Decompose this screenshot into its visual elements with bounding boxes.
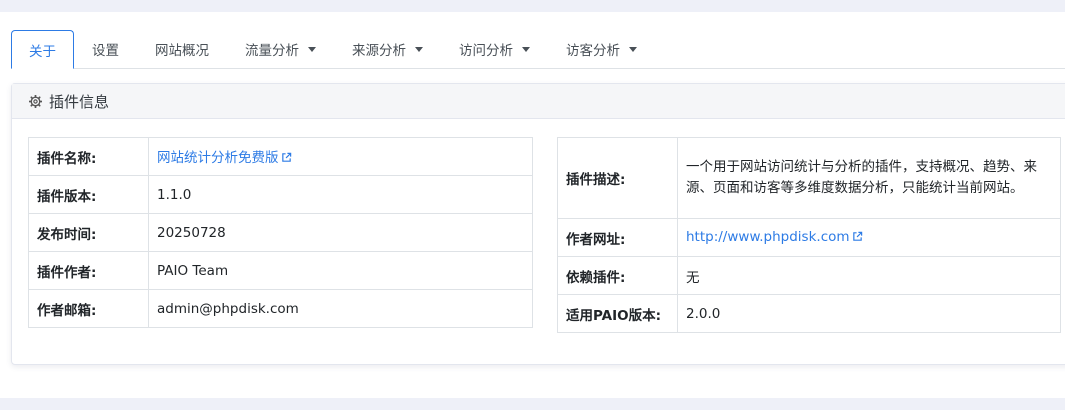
tab-bar: 关于 设置 网站概况 流量分析 来源分析 访问分析 访客分析: [11, 30, 1065, 69]
plugin-version-value: 1.1.0: [148, 175, 533, 214]
card-header: 插件信息: [12, 84, 1065, 119]
plugin-author-value: PAIO Team: [148, 251, 533, 290]
external-link-icon: [281, 151, 292, 167]
author-website-label: 作者网址:: [557, 218, 678, 257]
plugin-author-label: 插件作者:: [28, 251, 149, 290]
table-row: 插件描述: 一个用于网站访问统计与分析的插件，支持概况、趋势、来源、页面和访客等…: [557, 137, 1061, 219]
chevron-down-icon: [629, 46, 637, 52]
release-date-label: 发布时间:: [28, 213, 149, 252]
plugin-description-label: 插件描述:: [557, 137, 678, 219]
author-website-link[interactable]: http://www.phpdisk.com: [686, 229, 863, 245]
chevron-down-icon: [308, 46, 316, 52]
paio-version-label: 适用PAIO版本:: [557, 294, 678, 333]
external-link-icon: [852, 230, 863, 246]
table-row: 作者邮箱: admin@phpdisk.com: [28, 289, 533, 328]
author-website-value: http://www.phpdisk.com: [677, 218, 1061, 257]
card-title: 插件信息: [49, 92, 110, 111]
tab-settings[interactable]: 设置: [74, 30, 137, 68]
plugin-name-value: 网站统计分析免费版: [148, 137, 533, 176]
tab-traffic-analysis[interactable]: 流量分析: [227, 30, 334, 68]
tab-visit-analysis[interactable]: 访问分析: [441, 30, 548, 68]
plugin-info-table-right: 插件描述: 一个用于网站访问统计与分析的插件，支持概况、趋势、来源、页面和访客等…: [557, 137, 1061, 333]
table-row: 作者网址: http://www.phpdisk.com: [557, 218, 1061, 257]
table-row: 发布时间: 20250728: [28, 213, 533, 252]
plugin-info-card: 插件信息 插件名称: 网站统计分析免费版 插件版本: 1.1.0 发布时间: 2…: [11, 83, 1065, 365]
paio-version-value: 2.0.0: [677, 294, 1061, 333]
chevron-down-icon: [415, 46, 423, 52]
plugin-page: 关于 设置 网站概况 流量分析 来源分析 访问分析 访客分析 插件信息 插件名称…: [0, 12, 1065, 398]
plugin-description-value: 一个用于网站访问统计与分析的插件，支持概况、趋势、来源、页面和访客等多维度数据分…: [677, 137, 1061, 219]
tab-site-overview[interactable]: 网站概况: [137, 30, 227, 68]
dependency-value: 无: [677, 256, 1061, 295]
table-row: 插件版本: 1.1.0: [28, 175, 533, 214]
plugin-info-table-left: 插件名称: 网站统计分析免费版 插件版本: 1.1.0 发布时间: 202507…: [28, 137, 533, 328]
chevron-down-icon: [522, 46, 530, 52]
table-row: 插件名称: 网站统计分析免费版: [28, 137, 533, 176]
table-row: 插件作者: PAIO Team: [28, 251, 533, 290]
release-date-value: 20250728: [148, 213, 533, 252]
author-email-value: admin@phpdisk.com: [148, 289, 533, 328]
table-row: 适用PAIO版本: 2.0.0: [557, 294, 1061, 333]
tab-visitor-analysis[interactable]: 访客分析: [548, 30, 655, 68]
plugin-version-label: 插件版本:: [28, 175, 149, 214]
dependency-label: 依赖插件:: [557, 256, 678, 295]
plugin-name-link[interactable]: 网站统计分析免费版: [157, 150, 292, 166]
author-email-label: 作者邮箱:: [28, 289, 149, 328]
tab-source-analysis[interactable]: 来源分析: [334, 30, 441, 68]
table-row: 依赖插件: 无: [557, 256, 1061, 295]
tab-about[interactable]: 关于: [11, 30, 74, 69]
plugin-name-label: 插件名称:: [28, 137, 149, 176]
gear-icon: [28, 94, 42, 108]
